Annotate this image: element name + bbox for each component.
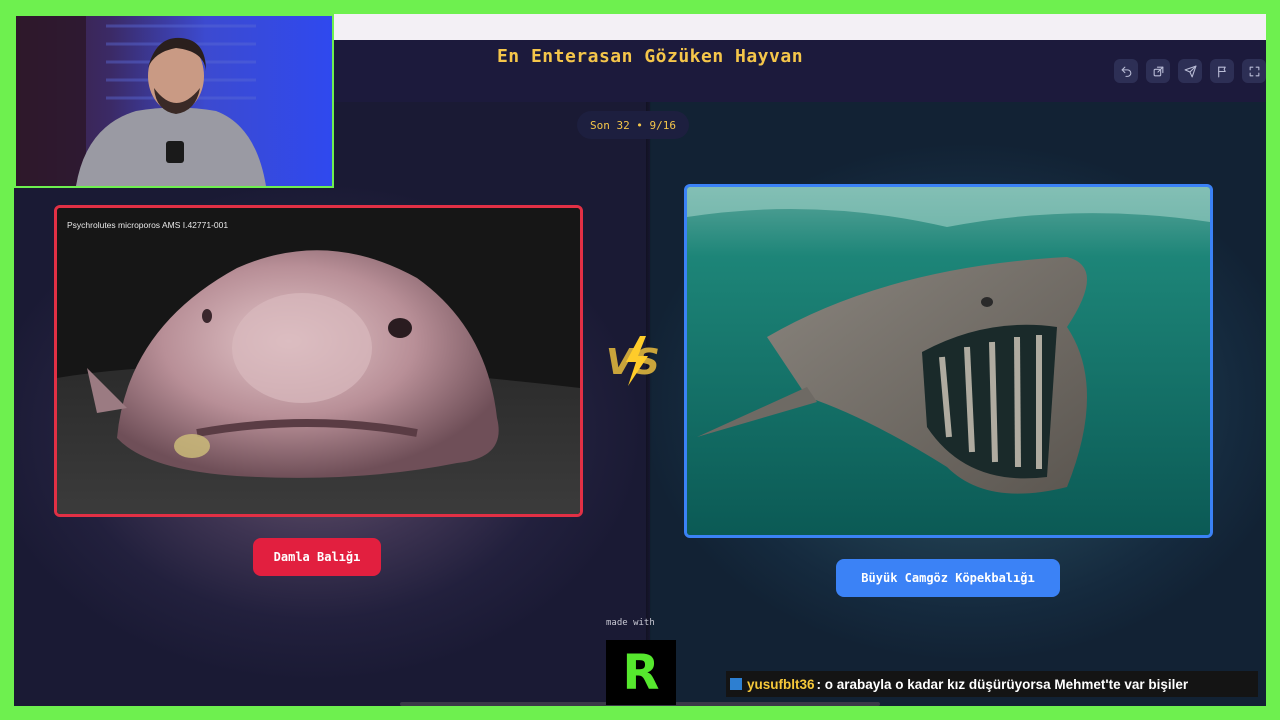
choose-right-button[interactable]: Büyük Camgöz Köpekbalığı bbox=[836, 559, 1060, 597]
choose-left-button[interactable]: Damla Balığı bbox=[253, 538, 381, 576]
fullscreen-icon bbox=[1249, 66, 1259, 76]
center-divider bbox=[646, 102, 652, 706]
undo-button[interactable] bbox=[1114, 59, 1138, 83]
right-choice-image[interactable] bbox=[684, 184, 1213, 538]
share-button[interactable] bbox=[1146, 59, 1170, 83]
versus-icon: VS bbox=[606, 336, 660, 386]
logo-letter: R bbox=[622, 644, 660, 701]
chat-message: yusufblt36 : o arabayla o kadar kız düşü… bbox=[726, 671, 1258, 697]
flag-icon bbox=[1217, 66, 1226, 77]
channel-logo: R bbox=[606, 640, 676, 705]
left-choice-image[interactable]: Psychrolutes microporos AMS I.42771-001 bbox=[54, 205, 583, 517]
image-caption: Psychrolutes microporos AMS I.42771-001 bbox=[67, 220, 229, 230]
send-button[interactable] bbox=[1178, 59, 1202, 83]
round-progress-pill: Son 32 • 9/16 bbox=[577, 111, 689, 139]
webcam-overlay bbox=[14, 14, 334, 188]
share-icon bbox=[1153, 66, 1163, 76]
streamer-image bbox=[16, 16, 266, 186]
send-icon bbox=[1184, 65, 1196, 77]
chat-platform-icon bbox=[730, 678, 742, 690]
undo-icon bbox=[1121, 66, 1131, 77]
fullscreen-button[interactable] bbox=[1242, 59, 1266, 83]
report-button[interactable] bbox=[1210, 59, 1234, 83]
blobfish-image bbox=[57, 208, 580, 514]
browser-top-strip bbox=[334, 14, 1266, 40]
chat-username: yusufblt36 bbox=[747, 676, 815, 692]
made-with-label: made with bbox=[606, 618, 655, 628]
header-toolbar bbox=[1114, 59, 1266, 83]
chat-text: : o arabayla o kadar kız düşürüyorsa Meh… bbox=[816, 676, 1189, 692]
basking-shark-image bbox=[687, 187, 1210, 535]
